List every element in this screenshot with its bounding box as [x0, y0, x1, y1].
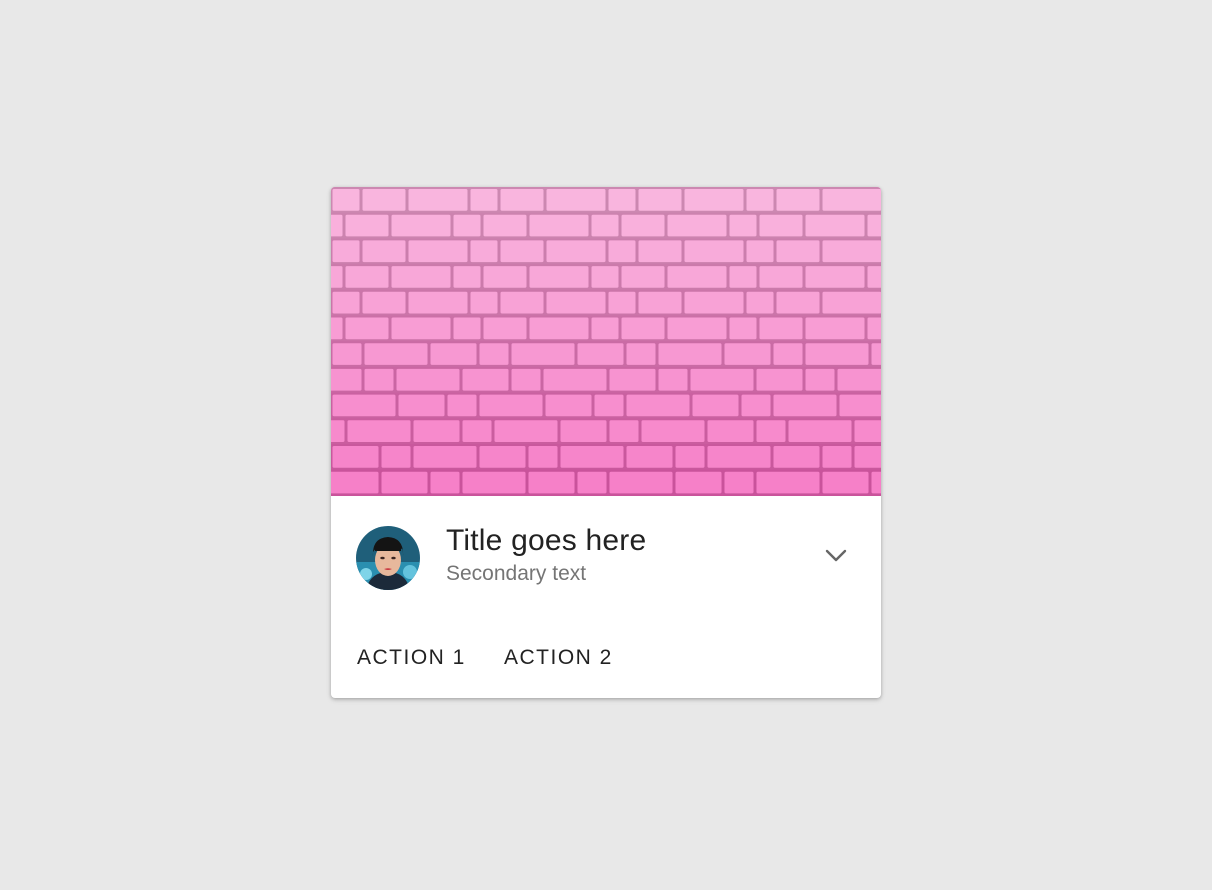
action-2-button[interactable]: ACTION 2 [504, 646, 613, 670]
media-card: Title goes here Secondary text ACTION 1 … [331, 187, 881, 698]
card-actions: ACTION 1 ACTION 2 [331, 618, 881, 698]
card-title: Title goes here [446, 524, 647, 557]
brick-wall-image [331, 187, 881, 496]
card-subtitle: Secondary text [446, 562, 587, 585]
action-1-button[interactable]: ACTION 1 [357, 646, 466, 670]
person-avatar-image [356, 526, 420, 590]
card-header: Title goes here Secondary text [331, 496, 881, 618]
expand-button[interactable] [816, 536, 856, 576]
chevron-down-icon [825, 549, 847, 562]
avatar[interactable] [356, 526, 420, 590]
page-background: Title goes here Secondary text ACTION 1 … [0, 0, 1212, 890]
card-media [331, 187, 881, 496]
